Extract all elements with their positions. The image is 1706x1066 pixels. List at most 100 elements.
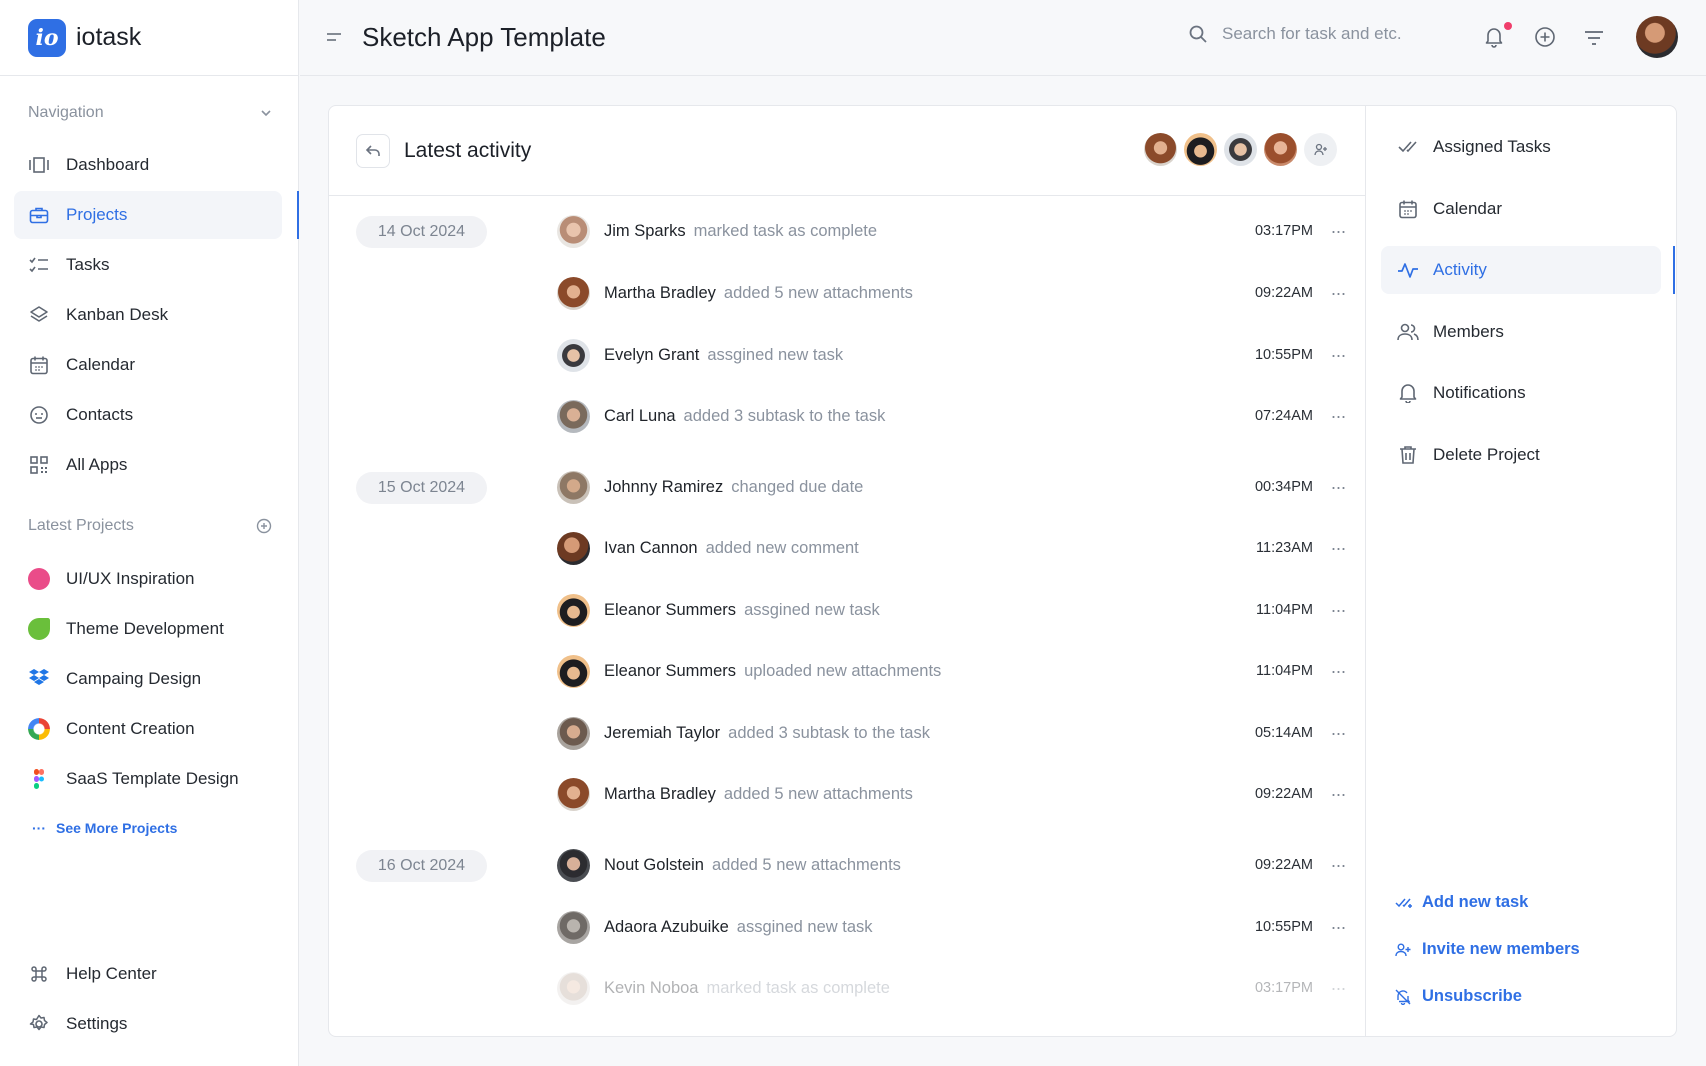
avatar[interactable] — [557, 971, 590, 1005]
sidebar-item-calendar[interactable]: Calendar — [14, 341, 282, 389]
panel-item-notifications[interactable]: Notifications — [1381, 369, 1661, 417]
panel-divider — [1365, 106, 1366, 1036]
brand[interactable]: io iotask — [0, 0, 298, 76]
bell-icon[interactable] — [1484, 26, 1504, 53]
avatar[interactable] — [1636, 16, 1678, 58]
sidebar-item-all-apps[interactable]: All Apps — [14, 441, 282, 489]
avatar[interactable] — [557, 531, 590, 565]
more-options-icon[interactable]: ··· — [1329, 918, 1347, 936]
activity-user[interactable]: Eleanor Summers — [604, 601, 736, 620]
project-item-saas-template-design[interactable]: SaaS Template Design — [14, 755, 282, 803]
sidebar: io iotask Navigation Dashboard Projects … — [0, 0, 299, 1066]
avatar[interactable] — [557, 214, 590, 248]
panel-item-activity[interactable]: Activity — [1381, 246, 1675, 294]
project-item-content-creation[interactable]: Content Creation — [14, 705, 282, 753]
calendar-icon — [1397, 198, 1419, 220]
bell-off-icon — [1395, 989, 1413, 1005]
add-circle-icon[interactable] — [1534, 26, 1556, 53]
more-options-icon[interactable]: ··· — [1329, 539, 1347, 557]
activity-action: added new comment — [705, 538, 859, 557]
command-icon — [28, 963, 50, 985]
back-button[interactable] — [356, 133, 390, 168]
avatar[interactable] — [557, 470, 590, 504]
latest-projects-label: Latest Projects — [28, 517, 134, 534]
sidebar-item-label: Calendar — [66, 355, 135, 374]
activity-user[interactable]: Jim Sparks — [604, 222, 686, 241]
avatar[interactable] — [557, 399, 590, 433]
apps-grid-icon — [28, 454, 50, 476]
activity-user[interactable]: Martha Bradley — [604, 284, 716, 303]
avatar[interactable] — [557, 716, 590, 750]
sidebar-item-kanban-desk[interactable]: Kanban Desk — [14, 291, 282, 339]
avatar[interactable] — [557, 848, 590, 882]
avatar[interactable] — [1184, 133, 1217, 166]
activity-time: 11:04PM — [1256, 663, 1313, 679]
navigation-section-header[interactable]: Navigation — [28, 104, 272, 122]
activity-time: 10:55PM — [1254, 347, 1313, 363]
navigation-label: Navigation — [28, 104, 104, 121]
panel-item-members[interactable]: Members — [1381, 308, 1661, 356]
more-options-icon[interactable]: ··· — [1329, 407, 1347, 425]
activity-user[interactable]: Ivan Cannon — [604, 539, 698, 558]
activity-user[interactable]: Jeremiah Taylor — [604, 724, 720, 743]
add-project-icon[interactable] — [256, 518, 272, 534]
more-options-icon[interactable]: ··· — [1329, 601, 1347, 619]
activity-user[interactable]: Evelyn Grant — [604, 346, 699, 365]
avatar[interactable] — [1224, 133, 1257, 166]
project-item-campaing-design[interactable]: Campaing Design — [14, 655, 282, 703]
sidebar-item-dashboard[interactable]: Dashboard — [14, 141, 282, 189]
avatar[interactable] — [1264, 133, 1297, 166]
search-input[interactable]: Search for task and etc. — [1222, 24, 1402, 44]
activity-time: 09:22AM — [1254, 857, 1313, 873]
search-bar[interactable]: Search for task and etc. — [1188, 24, 1402, 44]
activity-user[interactable]: Eleanor Summers — [604, 662, 736, 681]
menu-toggle-icon[interactable] — [326, 29, 342, 47]
avatar[interactable] — [557, 654, 590, 688]
sidebar-item-projects[interactable]: Projects — [14, 191, 299, 239]
activity-user[interactable]: Johnny Ramirez — [604, 478, 723, 497]
activity-user[interactable]: Martha Bradley — [604, 785, 716, 804]
add-new-task-link[interactable]: Add new task — [1395, 893, 1528, 912]
sidebar-item-label: Tasks — [66, 255, 110, 274]
panel-item-assigned-tasks[interactable]: Assigned Tasks — [1381, 123, 1661, 171]
more-options-icon[interactable]: ··· — [1329, 724, 1347, 742]
sidebar-item-label: All Apps — [66, 455, 128, 474]
see-more-projects-link[interactable]: ··· See More Projects — [32, 820, 177, 836]
more-options-icon[interactable]: ··· — [1329, 222, 1347, 240]
panel-item-calendar[interactable]: Calendar — [1381, 185, 1661, 233]
more-options-icon[interactable]: ··· — [1329, 478, 1347, 496]
panel-item-label: Activity — [1433, 260, 1487, 279]
project-item-uiux-inspiration[interactable]: UI/UX Inspiration — [14, 555, 282, 603]
more-options-icon[interactable]: ··· — [1329, 785, 1347, 803]
activity-user[interactable]: Nout Golstein — [604, 856, 704, 875]
sidebar-item-help-center[interactable]: Help Center — [14, 950, 282, 998]
add-member-button[interactable] — [1304, 133, 1337, 166]
avatar[interactable] — [557, 910, 590, 944]
activity-user[interactable]: Kevin Noboa — [604, 979, 698, 998]
invite-new-members-link[interactable]: Invite new members — [1395, 940, 1580, 959]
more-options-icon[interactable]: ··· — [1329, 662, 1347, 680]
search-icon — [1189, 25, 1207, 43]
sidebar-item-settings[interactable]: Settings — [14, 1000, 282, 1048]
avatar[interactable] — [557, 276, 590, 310]
filter-icon[interactable] — [1584, 30, 1604, 51]
unsubscribe-link[interactable]: Unsubscribe — [1395, 987, 1522, 1006]
avatar[interactable] — [557, 593, 590, 627]
sidebar-item-tasks[interactable]: Tasks — [14, 241, 282, 289]
project-item-theme-development[interactable]: Theme Development — [14, 605, 282, 653]
avatar[interactable] — [557, 338, 590, 372]
avatar[interactable] — [557, 777, 590, 811]
activity-user[interactable]: Carl Luna — [604, 407, 676, 426]
chevron-down-icon[interactable] — [260, 107, 272, 119]
activity-row: Adaora Azubuike assgined new task 10:55P… — [557, 907, 1347, 947]
more-options-icon[interactable]: ··· — [1329, 979, 1347, 997]
gear-icon — [28, 1013, 50, 1035]
sidebar-item-contacts[interactable]: Contacts — [14, 391, 282, 439]
more-options-icon[interactable]: ··· — [1329, 284, 1347, 302]
panel-item-delete-project[interactable]: Delete Project — [1381, 431, 1661, 479]
more-options-icon[interactable]: ··· — [1329, 856, 1347, 874]
avatar[interactable] — [1144, 133, 1177, 166]
more-options-icon[interactable]: ··· — [1329, 346, 1347, 364]
activity-row: Ivan Cannon added new comment 11:23AM ··… — [557, 528, 1347, 568]
activity-user[interactable]: Adaora Azubuike — [604, 918, 729, 937]
